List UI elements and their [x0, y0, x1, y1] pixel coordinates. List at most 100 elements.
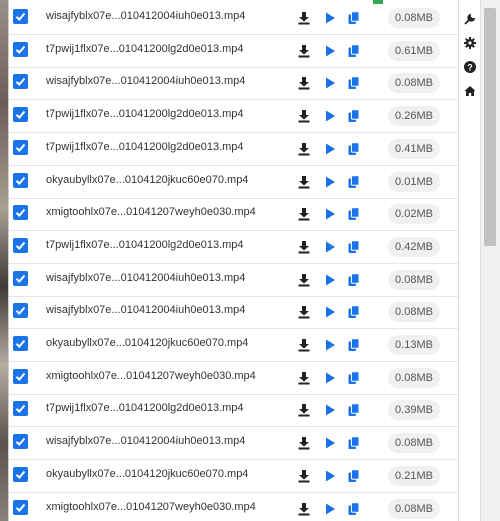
download-row: t7pwij1flx07e...01041200lg2d0e013.mp4 0.… — [9, 394, 459, 428]
play-icon[interactable] — [323, 175, 337, 189]
play-icon[interactable] — [323, 109, 337, 123]
download-row: t7pwij1flx07e...01041200lg2d0e013.mp4 0.… — [9, 231, 459, 264]
copy-icon[interactable] — [347, 305, 361, 319]
copy-icon[interactable] — [347, 43, 361, 58]
download-icon[interactable] — [297, 207, 311, 221]
select-checkbox[interactable] — [13, 74, 28, 90]
copy-icon[interactable] — [347, 11, 361, 25]
play-icon[interactable] — [323, 76, 337, 90]
select-checkbox[interactable] — [13, 499, 28, 515]
play-icon[interactable] — [323, 436, 337, 450]
file-name: wisajfyblx07e...010412004iuh0e013.mp4 — [46, 435, 246, 448]
download-icon[interactable] — [297, 502, 311, 516]
copy-icon[interactable] — [347, 207, 361, 221]
download-icon[interactable] — [297, 273, 311, 287]
select-checkbox[interactable] — [13, 107, 28, 123]
select-checkbox[interactable] — [13, 270, 28, 286]
download-row: okyaubyllx07e...0104120jkuc60e070.mp4 0.… — [9, 329, 459, 362]
download-icon[interactable] — [297, 469, 311, 483]
copy-icon[interactable] — [347, 469, 361, 483]
copy-icon[interactable] — [347, 109, 361, 123]
file-name: okyaubyllx07e...0104120jkuc60e070.mp4 — [46, 337, 249, 349]
select-checkbox[interactable] — [13, 172, 28, 188]
download-icon[interactable] — [297, 305, 311, 319]
download-row: wisajfyblx07e...010412004iuh0e013.mp4 0.… — [9, 67, 459, 101]
copy-icon[interactable] — [347, 142, 361, 156]
file-size-badge: 0.21MB — [388, 465, 440, 486]
download-icon[interactable] — [297, 436, 311, 450]
play-icon[interactable] — [323, 240, 337, 254]
download-icon[interactable] — [297, 44, 311, 58]
play-icon[interactable] — [323, 305, 337, 319]
file-size-badge: 0.01MB — [388, 171, 440, 192]
download-row: t7pwij1flx07e...01041200lg2d0e013.mp4 0.… — [9, 133, 459, 166]
download-row: t7pwij1flx07e...01041200lg2d0e013.mp4 0.… — [9, 35, 459, 68]
copy-icon[interactable] — [347, 272, 361, 287]
download-icon[interactable] — [297, 338, 311, 352]
file-name: t7pwij1flx07e...01041200lg2d0e013.mp4 — [46, 140, 244, 153]
wrench-icon[interactable] — [464, 12, 476, 25]
play-icon[interactable] — [323, 469, 337, 483]
play-icon[interactable] — [323, 142, 337, 156]
download-icon[interactable] — [297, 371, 311, 385]
download-row: okyaubyllx07e...0104120jkuc60e070.mp4 0.… — [9, 166, 459, 199]
play-icon[interactable] — [323, 338, 337, 352]
play-icon[interactable] — [323, 44, 337, 58]
select-checkbox[interactable] — [13, 139, 28, 155]
file-size-badge: 0.08MB — [388, 269, 440, 290]
select-checkbox[interactable] — [13, 9, 28, 24]
play-icon[interactable] — [323, 502, 337, 516]
file-name: wisajfyblx07e...010412004iuh0e013.mp4 — [46, 304, 246, 317]
copy-icon[interactable] — [347, 403, 361, 417]
file-size-badge: 0.42MB — [388, 236, 440, 257]
file-size-badge: 0.61MB — [388, 40, 440, 61]
download-icon[interactable] — [297, 109, 311, 123]
download-icon[interactable] — [297, 175, 311, 189]
file-name: t7pwij1flx07e...01041200lg2d0e013.mp4 — [46, 238, 244, 251]
play-icon[interactable] — [323, 371, 337, 385]
copy-icon[interactable] — [347, 338, 361, 352]
play-icon[interactable] — [323, 273, 337, 287]
copy-icon[interactable] — [347, 240, 361, 254]
file-name: wisajfyblx07e...010412004iuh0e013.mp4 — [46, 10, 246, 22]
download-icon[interactable] — [297, 76, 311, 90]
play-icon[interactable] — [323, 11, 337, 25]
scrollbar-thumb[interactable] — [484, 8, 496, 246]
copy-icon[interactable] — [347, 174, 361, 189]
copy-icon[interactable] — [347, 501, 361, 516]
file-name: wisajfyblx07e...010412004iuh0e013.mp4 — [46, 271, 246, 284]
download-row: xmigtoohlx07e...01041207weyh0e030.mp4 0.… — [9, 362, 459, 395]
file-size-badge: 0.08MB — [388, 302, 440, 323]
select-checkbox[interactable] — [13, 336, 28, 351]
download-icon[interactable] — [297, 142, 311, 156]
select-checkbox[interactable] — [13, 401, 28, 417]
home-icon[interactable] — [464, 84, 476, 96]
play-icon[interactable] — [323, 403, 337, 417]
file-size-badge: 0.08MB — [388, 73, 440, 94]
download-row: okyaubyllx07e...0104120jkuc60e070.mp4 0.… — [9, 460, 459, 493]
gear-icon[interactable] — [464, 36, 476, 49]
select-checkbox[interactable] — [13, 368, 28, 384]
download-row: t7pwij1flx07e...01041200lg2d0e013.mp4 0.… — [9, 100, 459, 134]
copy-icon[interactable] — [347, 370, 361, 385]
download-icon[interactable] — [297, 403, 311, 417]
file-size-badge: 0.13MB — [388, 335, 440, 355]
select-checkbox[interactable] — [13, 434, 28, 450]
copy-icon[interactable] — [347, 76, 361, 90]
help-icon[interactable]: ? — [464, 60, 476, 73]
select-checkbox[interactable] — [13, 41, 28, 57]
file-name: t7pwij1flx07e...01041200lg2d0e013.mp4 — [46, 108, 244, 121]
copy-icon[interactable] — [347, 436, 361, 450]
download-icon[interactable] — [297, 240, 311, 254]
file-name: xmigtoohlx07e...01041207weyh0e030.mp4 — [46, 369, 256, 382]
select-checkbox[interactable] — [13, 205, 28, 221]
play-icon[interactable] — [323, 207, 337, 221]
select-checkbox[interactable] — [13, 466, 28, 482]
file-size-badge: 0.08MB — [388, 433, 440, 454]
file-size-badge: 0.08MB — [388, 8, 440, 28]
download-icon[interactable] — [297, 11, 311, 25]
select-checkbox[interactable] — [13, 237, 28, 253]
select-checkbox[interactable] — [13, 303, 28, 319]
file-size-badge: 0.41MB — [388, 138, 440, 159]
file-name: xmigtoohlx07e...01041207weyh0e030.mp4 — [46, 500, 256, 513]
